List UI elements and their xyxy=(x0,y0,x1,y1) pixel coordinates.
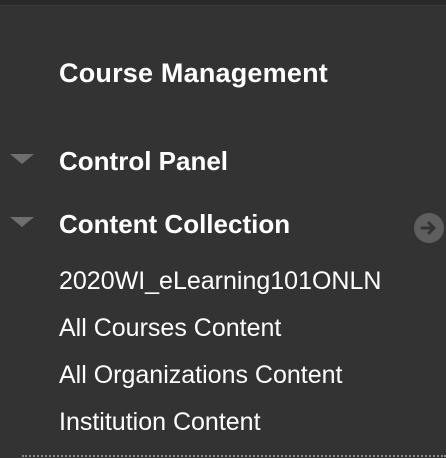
control-panel-expand-arrow-icon[interactable] xyxy=(10,154,34,164)
top-border xyxy=(0,0,446,6)
content-collection-list: 2020WI_eLearning101ONLN All Courses Cont… xyxy=(59,262,381,450)
arrow-right-glyph-icon xyxy=(420,221,436,235)
control-panel-node: Control Panel xyxy=(0,144,446,184)
content-collection-item-all-courses[interactable]: All Courses Content xyxy=(59,309,381,356)
content-collection-node: Content Collection xyxy=(0,207,446,247)
content-collection-item-institution[interactable]: Institution Content xyxy=(59,403,381,450)
content-collection-link[interactable]: Content Collection xyxy=(59,209,290,240)
arrow-right-circle-icon[interactable] xyxy=(414,213,444,243)
section-divider xyxy=(22,455,446,457)
content-collection-item-course[interactable]: 2020WI_eLearning101ONLN xyxy=(59,262,381,309)
content-collection-item-all-organizations[interactable]: All Organizations Content xyxy=(59,356,381,403)
content-collection-expand-arrow-icon[interactable] xyxy=(10,217,34,227)
control-panel-link[interactable]: Control Panel xyxy=(59,146,228,177)
course-management-heading: Course Management xyxy=(59,58,328,88)
